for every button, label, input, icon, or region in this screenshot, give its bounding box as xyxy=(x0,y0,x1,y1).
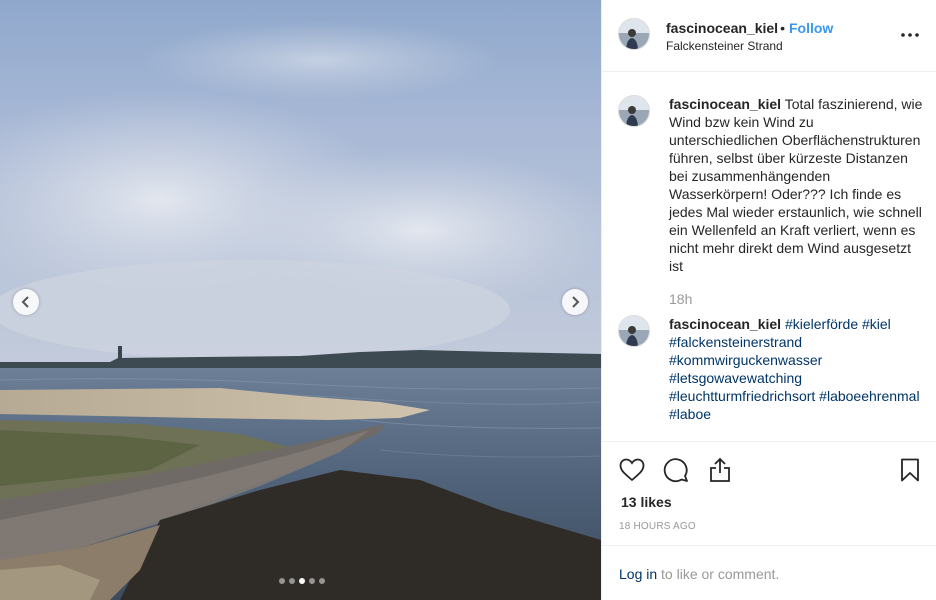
beach-photo-image xyxy=(0,0,601,600)
carousel-next-button[interactable] xyxy=(562,289,588,315)
login-prompt: Log in to like or comment. xyxy=(619,566,779,582)
hashtag-link[interactable]: #kommwirguckenwasser xyxy=(669,352,822,368)
header-username[interactable]: fascinocean_kiel xyxy=(666,20,778,36)
caption-text: Total faszinierend, wie Wind bzw kein Wi… xyxy=(669,96,923,274)
share-button[interactable] xyxy=(706,456,734,484)
caption-age[interactable]: 18h xyxy=(669,291,692,307)
like-button[interactable] xyxy=(618,456,646,484)
hashtag-link[interactable]: #laboe xyxy=(669,406,711,422)
comment-username[interactable]: fascinocean_kiel xyxy=(669,316,781,332)
header-user-line: fascinocean_kiel • Follow xyxy=(666,20,833,36)
comment-button[interactable] xyxy=(662,456,690,484)
post-photo[interactable] xyxy=(0,0,601,600)
separator-dot: • xyxy=(780,20,785,36)
hashtag-link[interactable]: #leuchtturmfriedrichsort xyxy=(669,388,815,404)
chevron-right-icon xyxy=(572,296,580,308)
carousel-dot xyxy=(309,578,315,584)
login-suffix: to like or comment. xyxy=(661,566,780,582)
hashtag-link[interactable]: #kiel xyxy=(862,316,891,332)
hashtag-link[interactable]: #falckensteinerstrand xyxy=(669,334,802,350)
avatar[interactable] xyxy=(618,315,650,347)
carousel-dot-active xyxy=(299,578,305,584)
bookmark-icon xyxy=(901,458,919,482)
follow-button[interactable]: Follow xyxy=(789,20,833,36)
login-bar: Log in to like or comment. xyxy=(602,545,936,600)
carousel-dot xyxy=(319,578,325,584)
likes-count[interactable]: 13 likes xyxy=(621,494,672,510)
more-horizontal-icon xyxy=(901,33,919,37)
chevron-left-icon xyxy=(21,296,29,308)
login-link[interactable]: Log in xyxy=(619,566,657,582)
save-button[interactable] xyxy=(896,456,924,484)
carousel-dot xyxy=(289,578,295,584)
hashtag-link[interactable]: #laboeehrenmal xyxy=(819,388,919,404)
location-link[interactable]: Falckensteiner Strand xyxy=(666,39,783,53)
avatar-image xyxy=(619,19,649,49)
more-options-button[interactable] xyxy=(900,25,920,45)
avatar-image xyxy=(619,96,649,126)
carousel-prev-button[interactable] xyxy=(13,289,39,315)
post-timestamp[interactable]: 18 HOURS AGO xyxy=(619,521,696,532)
post-header: fascinocean_kiel • Follow Falckensteiner S… xyxy=(602,0,936,72)
heart-icon xyxy=(619,458,645,482)
hashtag-text-block: fascinocean_kiel #kielerförde #kiel #fal… xyxy=(669,315,924,423)
avatar[interactable] xyxy=(618,18,650,50)
hashtag-link[interactable]: #letsgowavewatching xyxy=(669,370,802,386)
caption-text-block: fascinocean_kiel Total faszinierend, wie… xyxy=(669,95,924,275)
post-panel: fascinocean_kiel • Follow Falckensteiner S… xyxy=(601,0,936,600)
carousel-dot xyxy=(279,578,285,584)
comments-section: fascinocean_kiel Total faszinierend, wie… xyxy=(602,72,936,442)
share-icon xyxy=(710,457,730,482)
avatar-image xyxy=(619,316,649,346)
carousel-indicator xyxy=(279,578,325,584)
hashtag-link[interactable]: #kielerförde xyxy=(785,316,858,332)
action-bar xyxy=(602,452,936,488)
comment-username[interactable]: fascinocean_kiel xyxy=(669,96,781,112)
avatar[interactable] xyxy=(618,95,650,127)
comment-icon xyxy=(663,458,688,483)
